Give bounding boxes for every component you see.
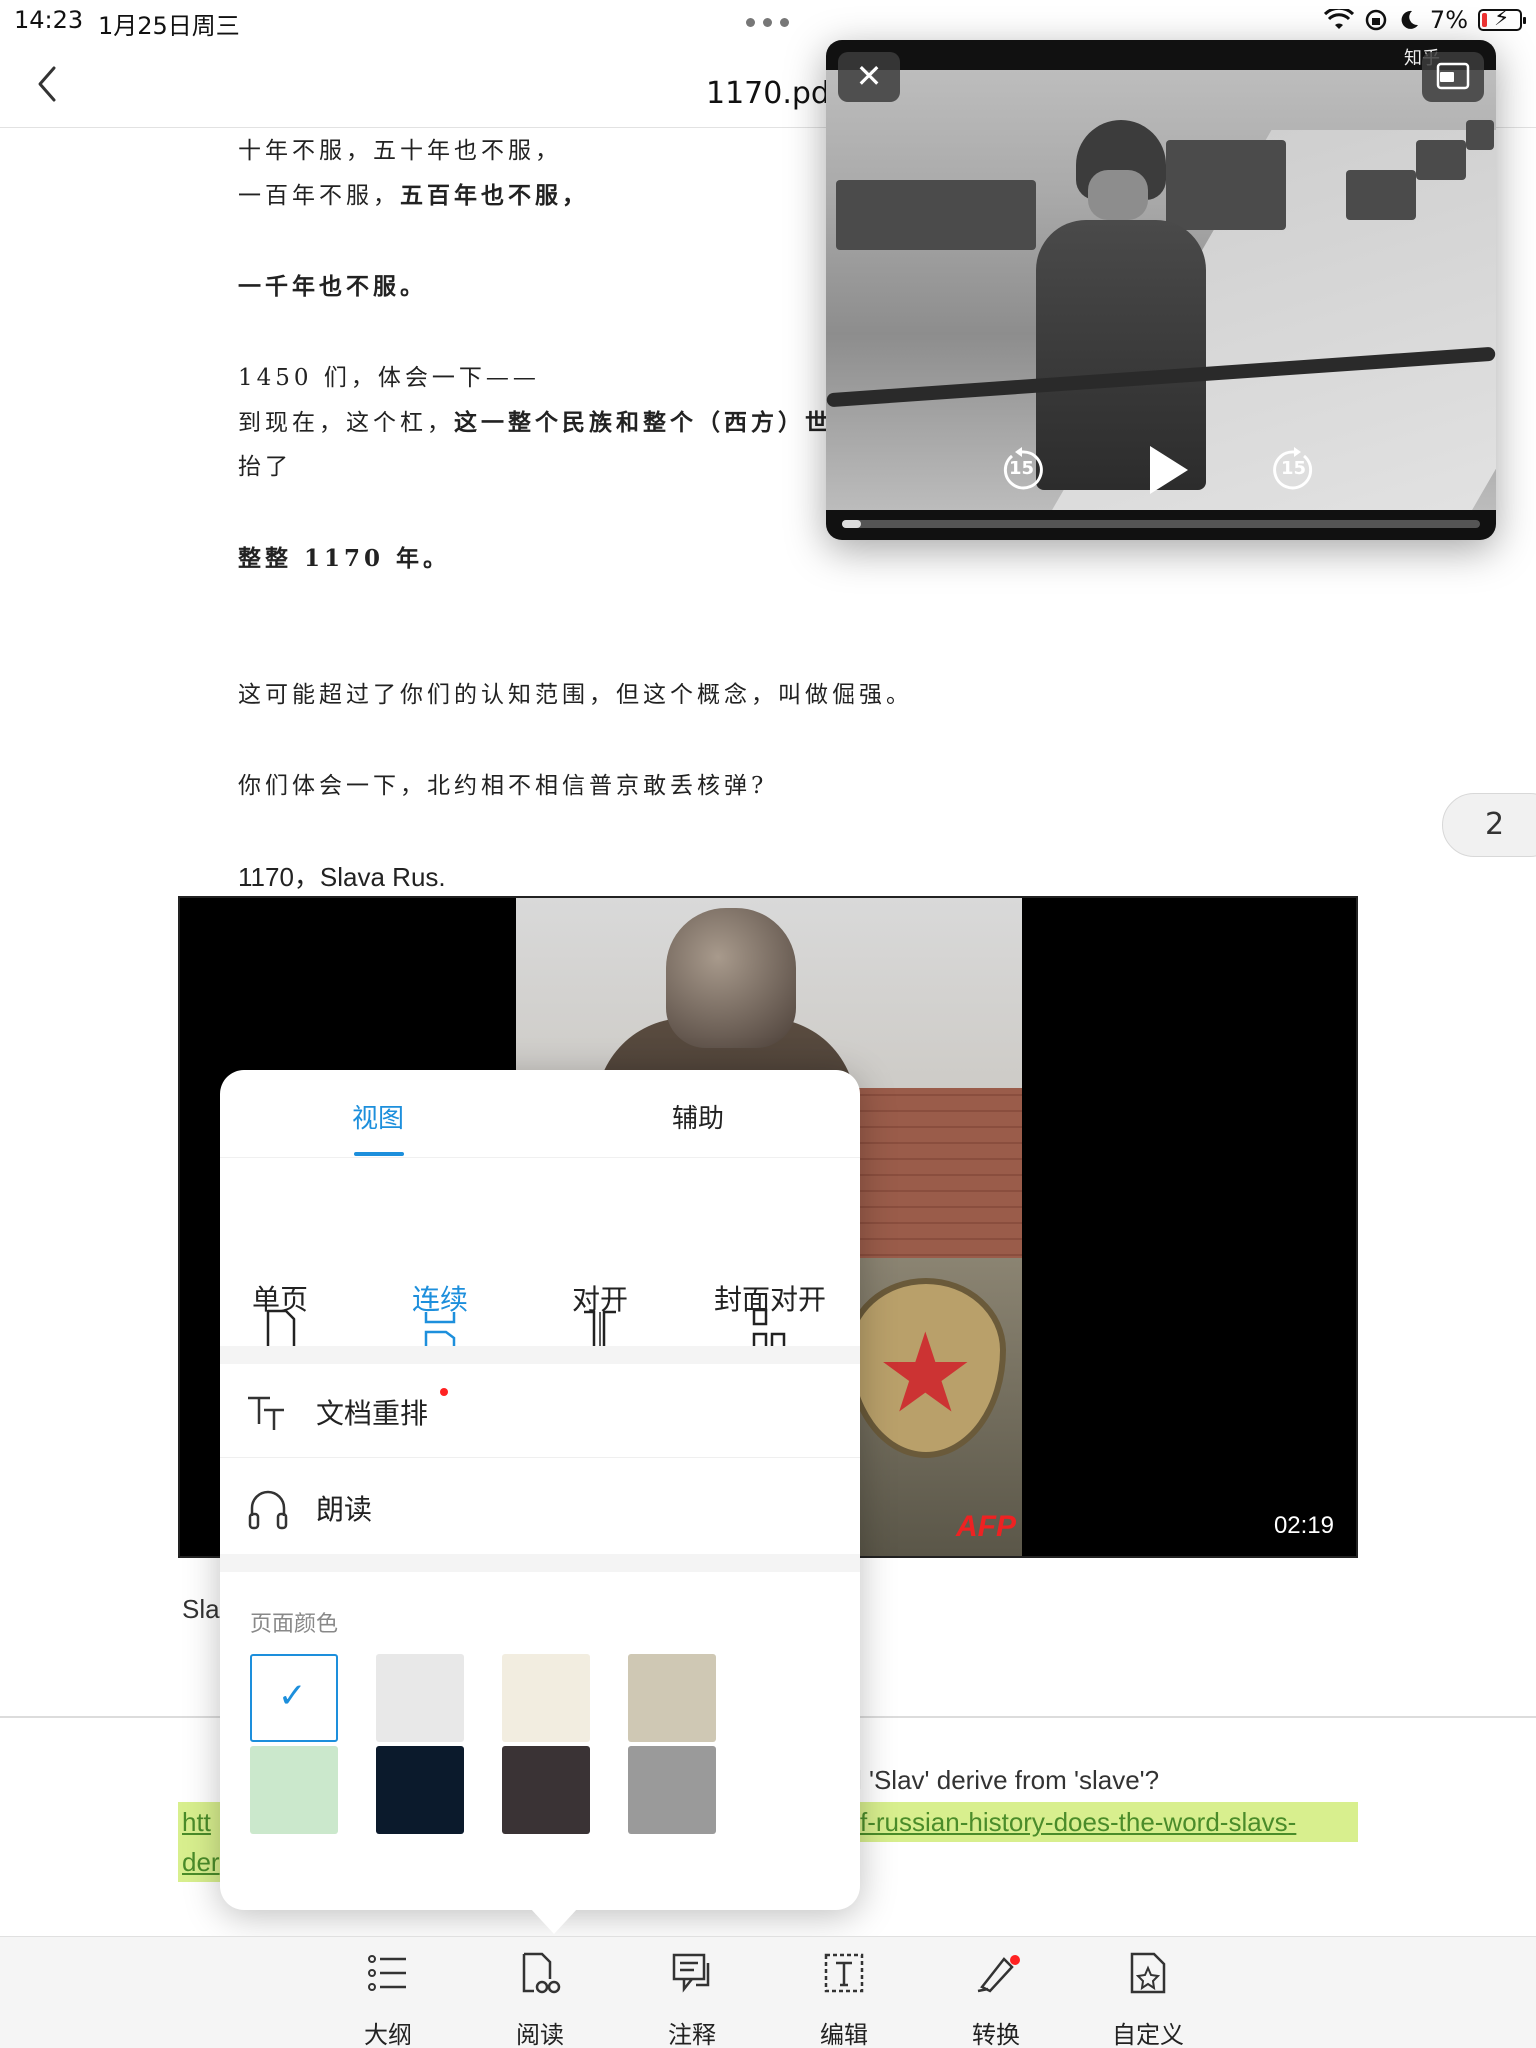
toolbar-label: 注释 [668, 2021, 716, 2048]
page-color-swatch[interactable] [250, 1746, 338, 1834]
menu-item-label: 朗读 [316, 1493, 373, 1526]
doc-line: 1450 们，体会一下—— [238, 365, 540, 391]
active-tab-indicator [354, 1152, 404, 1156]
read-icon [522, 1952, 561, 1994]
view-mode-facing[interactable]: 对开 [530, 1278, 670, 1350]
question-text-partial: l 'Slav' derive from 'slave'? [856, 1765, 1160, 1795]
tab-assist[interactable]: 辅助 [672, 1098, 724, 1135]
toolbar-label: 阅读 [516, 2021, 564, 2048]
status-time: 14:23 [14, 6, 84, 34]
menu-item-label: 文档重排 [316, 1397, 429, 1430]
multitasking-dots-icon[interactable] [746, 18, 789, 27]
video-duration: 02:19 [1273, 1512, 1334, 1539]
tab-view[interactable]: 视图 [352, 1098, 404, 1135]
toolbar-edit[interactable]: 编辑 [784, 1951, 904, 2048]
view-mode-group: 单页 连续 对开 封面对开 [220, 1162, 860, 1352]
toolbar-label: 大纲 [364, 2021, 412, 2048]
page-color-swatch[interactable] [502, 1654, 590, 1742]
wifi-icon [1323, 9, 1354, 29]
status-icons: 7% ⚡ [1323, 6, 1526, 34]
doc-line: 整整 1170 年。 [238, 545, 451, 572]
toolbar-convert[interactable]: 转换 [936, 1951, 1056, 2048]
text-reflow-icon [248, 1396, 284, 1430]
page-color-swatch[interactable] [376, 1654, 464, 1742]
menu-item-reflow[interactable]: 文档重排 [220, 1364, 860, 1458]
toolbar-label: 自定义 [1112, 2021, 1184, 2048]
view-mode-cover-facing[interactable]: 封面对开 [690, 1278, 850, 1352]
doc-line: 你们体会一下，北约相不相信普京敢丢核弹? [238, 773, 768, 799]
link-right[interactable]: f-russian-history-does-the-word-slavs- [860, 1807, 1296, 1838]
pip-controls: 15 15 [826, 430, 1496, 510]
page-color-swatch[interactable]: ✓ [250, 1654, 338, 1742]
skip-back-label: 15 [1009, 458, 1035, 479]
page-color-swatch[interactable] [628, 1654, 716, 1742]
toolbar-customize[interactable]: 自定义 [1088, 1951, 1208, 2048]
doc-line: 到现在，这个杠，这一整个民族和整个（西方）世 [238, 409, 832, 436]
status-date: 1月25日周三 [98, 12, 240, 40]
annotate-icon [672, 1953, 710, 1993]
view-mode-continuous[interactable]: 连续 [370, 1278, 510, 1348]
edit-icon [824, 1953, 864, 1993]
doc-line: 一千年也不服。 [238, 273, 427, 300]
page-color-swatch[interactable] [376, 1746, 464, 1834]
pip-video-player[interactable]: 知乎 ✕ 15 15 [826, 40, 1496, 540]
link-left-top[interactable]: htt [182, 1807, 211, 1838]
skip-back-15-button[interactable]: 15 [998, 446, 1046, 494]
checkmark-icon: ✓ [278, 1676, 307, 1716]
doc-line: 一百年不服，五百年也不服， [238, 182, 589, 209]
customize-icon [1130, 1952, 1166, 1994]
status-bar: 14:23 1月25日周三 7% ⚡ [0, 0, 1536, 40]
skip-forward-15-button[interactable]: 15 [1270, 446, 1318, 494]
popover-tabs: 视图 辅助 [220, 1070, 860, 1158]
outline-icon [368, 1955, 406, 1991]
pip-progress-bar[interactable] [842, 520, 1480, 528]
back-chevron-icon[interactable] [28, 62, 68, 106]
moon-icon [1401, 10, 1418, 29]
section-separator [220, 1346, 860, 1364]
doc-line: 这可能超过了你们的认知范围，但这个概念，叫做倔强。 [238, 682, 913, 708]
page-color-title: 页面颜色 [250, 1612, 339, 1637]
toolbar-label: 编辑 [820, 2021, 868, 2048]
afp-watermark: AFP [956, 1510, 1016, 1543]
new-badge-dot [440, 1388, 448, 1396]
view-options-popover: 视图 辅助 单页 连续 对开 封面对开 文档重排 朗读 页面颜色 ✓ [220, 1070, 860, 1934]
battery-icon: ⚡ [1478, 6, 1526, 31]
pip-restore-button[interactable] [1422, 52, 1484, 102]
toolbar-annotate[interactable]: 注释 [632, 1951, 752, 2048]
page-number-indicator[interactable]: 2 [1442, 793, 1536, 857]
toolbar-label: 转换 [972, 2021, 1020, 2048]
toolbar-outline[interactable]: 大纲 [328, 1951, 448, 2048]
pip-close-button[interactable]: ✕ [838, 52, 900, 102]
doc-line: 1170，Slava Rus. [238, 862, 446, 892]
pip-restore-icon [1436, 62, 1470, 90]
caption-text-partial: Sla [182, 1594, 220, 1624]
bottom-toolbar: 大纲 阅读 注释 编辑 转换 自定义 [0, 1936, 1536, 2048]
menu-item-read-aloud[interactable]: 朗读 [220, 1460, 860, 1554]
section-separator [220, 1554, 860, 1572]
page-color-swatch[interactable] [628, 1746, 716, 1834]
doc-line: 十年不服，五十年也不服， [238, 138, 562, 164]
toolbar-read[interactable]: 阅读 [480, 1951, 600, 2048]
document-title: 1170.pdf [706, 76, 841, 111]
headphones-icon [248, 1490, 288, 1530]
orientation-lock-icon [1365, 9, 1387, 31]
page-color-swatch[interactable] [502, 1746, 590, 1834]
doc-line: 抬了 [238, 454, 292, 480]
link-left-bottom[interactable]: der [182, 1847, 220, 1878]
play-icon[interactable] [1136, 440, 1196, 500]
skip-forward-label: 15 [1281, 458, 1307, 479]
view-mode-single[interactable]: 单页 [210, 1278, 350, 1351]
convert-badge-dot [1010, 1955, 1020, 1965]
battery-percent: 7% [1429, 6, 1468, 34]
